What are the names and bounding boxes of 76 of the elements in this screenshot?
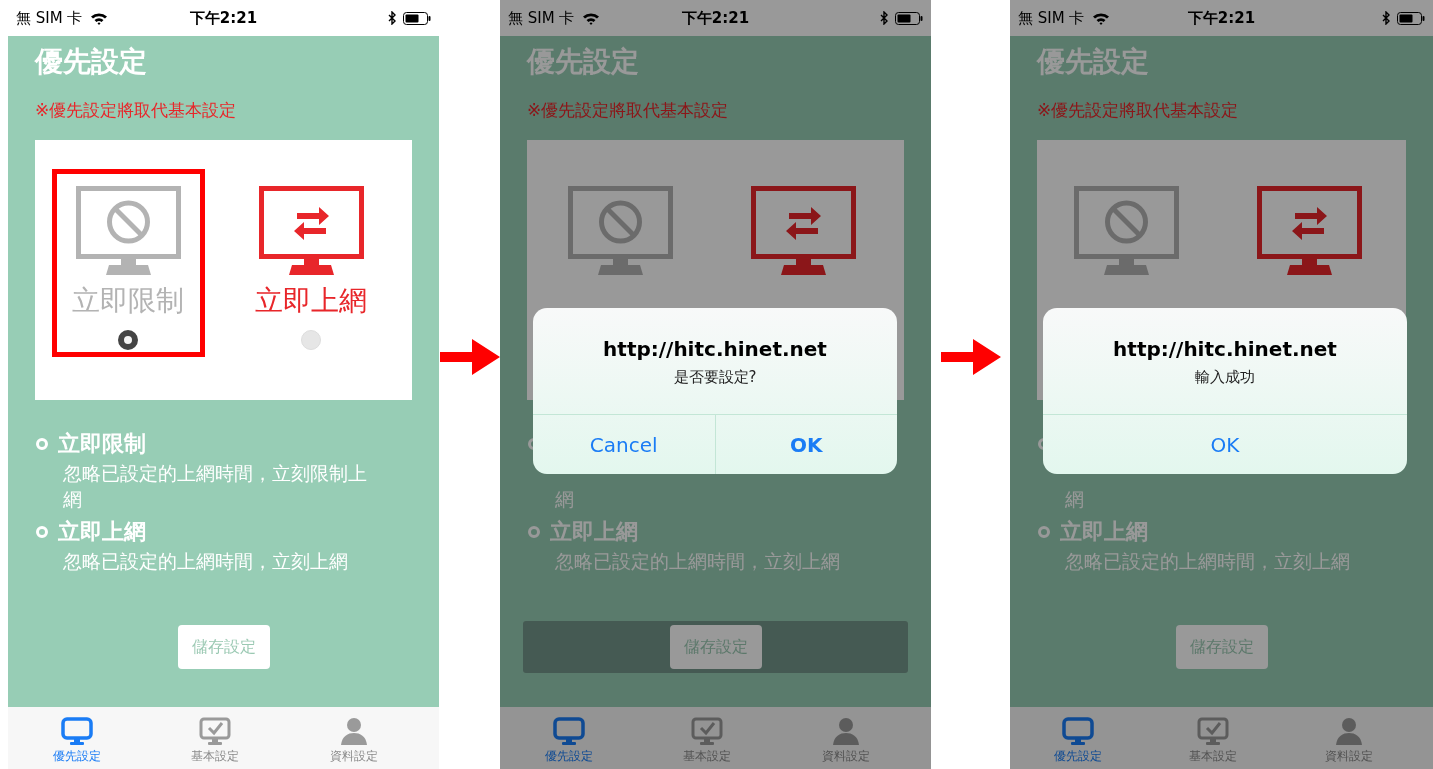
wifi-icon xyxy=(582,11,601,25)
battery-icon xyxy=(403,11,431,25)
dialog-message: 是否要設定? xyxy=(673,367,757,388)
option-description: 網 xyxy=(1064,487,1085,512)
arrow-icon xyxy=(940,339,1001,375)
monitor-check-icon xyxy=(1197,717,1230,745)
notice-text: ※優先設定將取代基本設定 xyxy=(1036,99,1240,122)
blocked-monitor-icon xyxy=(75,186,181,276)
dialog-button[interactable]: OK xyxy=(1043,415,1407,474)
person-icon xyxy=(339,717,368,745)
tab[interactable]: 優先設定 xyxy=(8,707,147,769)
page-title: 優先設定 xyxy=(33,44,148,80)
monitor-arrows-icon xyxy=(750,186,856,276)
tab[interactable]: 基本設定 xyxy=(638,707,777,769)
monitor-check-icon xyxy=(691,717,724,745)
tab[interactable]: 資料設定 xyxy=(776,707,915,769)
monitor-arrows-icon xyxy=(1256,186,1362,276)
dialog-button[interactable]: OK xyxy=(714,415,897,474)
tab[interactable]: 基本設定 xyxy=(146,707,285,769)
tab[interactable]: 資料設定 xyxy=(1281,707,1417,769)
tab[interactable]: 優先設定 xyxy=(500,707,639,769)
carrier-label: 無 SIM 卡 xyxy=(1018,7,1085,29)
tab[interactable]: 優先設定 xyxy=(1010,707,1146,769)
radio-button[interactable] xyxy=(118,330,138,350)
notice-text: ※優先設定將取代基本設定 xyxy=(34,99,238,122)
option-description: 忽略已設定的上網時間，立刻上網 xyxy=(62,549,349,574)
bluetooth-icon xyxy=(1382,11,1391,25)
blocked-monitor-icon xyxy=(1073,186,1179,276)
page-title: 優先設定 xyxy=(1035,44,1150,80)
bluetooth-icon xyxy=(388,11,397,25)
status-time: 下午2:21 xyxy=(1187,7,1256,29)
dialog-title: http://hitc.hinet.net xyxy=(1113,336,1337,362)
option-tile[interactable]: 立即上網 xyxy=(234,169,388,357)
bullet-icon xyxy=(36,526,48,538)
person-icon xyxy=(831,717,860,745)
monitor-icon xyxy=(553,717,586,745)
status-time: 下午2:21 xyxy=(189,7,258,29)
option-tile[interactable]: 立即限制 xyxy=(51,169,205,357)
wifi-icon xyxy=(1092,11,1111,25)
dialog-title: http://hitc.hinet.net xyxy=(603,336,827,362)
save-button[interactable]: 儲存設定 xyxy=(1175,625,1268,669)
tab[interactable]: 資料設定 xyxy=(284,707,423,769)
dialog-message: 輸入成功 xyxy=(1195,367,1255,388)
monitor-check-icon xyxy=(199,717,232,745)
wifi-icon xyxy=(90,11,109,25)
save-button[interactable]: 儲存設定 xyxy=(669,625,762,669)
monitor-icon xyxy=(1061,717,1094,745)
status-time: 下午2:21 xyxy=(681,7,750,29)
option-description: 忽略已設定的上網時間，立刻上網 xyxy=(1064,549,1351,574)
person-icon xyxy=(1335,717,1364,745)
option-label: 立即上網 xyxy=(255,284,367,318)
notice-text: ※優先設定將取代基本設定 xyxy=(526,99,730,122)
bullet-icon xyxy=(1038,526,1050,538)
option-heading: 立即上網 xyxy=(58,518,146,546)
tab[interactable]: 基本設定 xyxy=(1145,707,1282,769)
arrow-icon xyxy=(439,339,500,375)
option-description: 忽略已設定的上網時間，立刻上網 xyxy=(554,549,841,574)
battery-icon xyxy=(1397,11,1425,25)
option-heading: 立即上網 xyxy=(1060,518,1148,546)
option-heading: 立即限制 xyxy=(58,430,146,458)
option-description: 網 xyxy=(554,487,575,512)
battery-icon xyxy=(895,11,923,25)
carrier-label: 無 SIM 卡 xyxy=(16,7,83,29)
monitor-icon xyxy=(61,717,94,745)
monitor-arrows-icon xyxy=(258,186,364,276)
option-heading: 立即上網 xyxy=(550,518,638,546)
bullet-icon xyxy=(36,438,48,450)
page-title: 優先設定 xyxy=(525,44,640,80)
carrier-label: 無 SIM 卡 xyxy=(508,7,575,29)
blocked-monitor-icon xyxy=(567,186,673,276)
bullet-icon xyxy=(528,526,540,538)
bluetooth-icon xyxy=(880,11,889,25)
option-label: 立即限制 xyxy=(72,284,184,318)
save-button[interactable]: 儲存設定 xyxy=(177,625,270,669)
option-description: 忽略已設定的上網時間，立刻限制上網 xyxy=(62,461,368,512)
dialog-button[interactable]: Cancel xyxy=(533,415,715,474)
